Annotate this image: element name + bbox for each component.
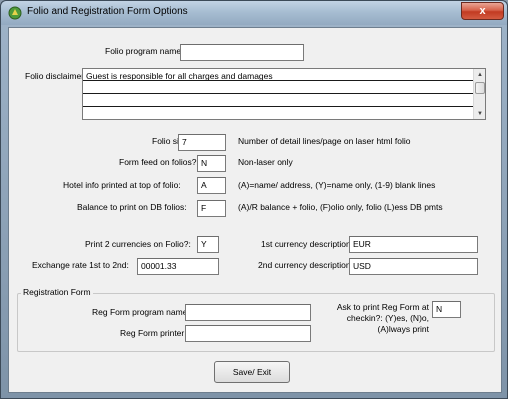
disclaimer-line-divider: [83, 80, 474, 81]
close-button[interactable]: x: [461, 2, 504, 20]
reg-form-printer-label: Reg Form printer:: [120, 328, 187, 338]
save-exit-button[interactable]: Save/ Exit: [214, 361, 290, 383]
reg-form-program-name-label: Reg Form program name:: [92, 307, 190, 317]
disclaimer-scrollbar[interactable]: ▲ ▼: [473, 69, 485, 119]
print-2-currencies-label: Print 2 currencies on Folio?:: [85, 239, 191, 249]
title-bar[interactable]: Folio and Registration Form Options x: [1, 1, 507, 25]
balance-input[interactable]: F: [197, 200, 226, 217]
app-icon: [8, 6, 22, 20]
registration-form-legend: Registration Form: [21, 287, 93, 297]
close-icon: x: [479, 5, 486, 17]
disclaimer-line-divider: [83, 106, 474, 107]
reg-form-printer-input[interactable]: [185, 325, 311, 342]
scroll-down-icon[interactable]: ▼: [474, 108, 486, 119]
reg-form-program-name-input[interactable]: [185, 304, 311, 321]
window-title: Folio and Registration Form Options: [27, 6, 188, 17]
save-exit-label: Save/ Exit: [232, 367, 272, 377]
scroll-up-icon[interactable]: ▲: [474, 69, 486, 80]
balance-hint: (A)/R balance + folio, (F)olio only, fol…: [238, 202, 443, 212]
folio-size-hint: Number of detail lines/page on laser htm…: [238, 136, 411, 146]
currency1-label: 1st currency description:: [261, 239, 354, 249]
folio-program-name-input[interactable]: [180, 44, 304, 61]
folio-program-name-label: Folio program name:: [105, 46, 184, 56]
folio-disclaimer-label: Folio disclaimer:: [25, 71, 87, 81]
print-2-currencies-input[interactable]: Y: [197, 236, 219, 253]
dialog-body: Folio program name: Folio disclaimer: Gu…: [8, 27, 502, 393]
folio-disclaimer-textarea[interactable]: Guest is responsible for all charges and…: [82, 68, 486, 120]
folio-size-input[interactable]: 7: [178, 134, 226, 151]
form-feed-label: Form feed on folios?:: [119, 157, 199, 167]
ask-print-reg-form-label: Ask to print Reg Form at checkin?: (Y)es…: [336, 302, 429, 334]
ask-print-reg-form-input[interactable]: N: [432, 301, 461, 318]
main-window: Folio and Registration Form Options x Fo…: [0, 0, 508, 399]
hotel-info-input[interactable]: A: [197, 177, 226, 194]
exchange-rate-label: Exchange rate 1st to 2nd:: [32, 260, 129, 270]
currency1-input[interactable]: EUR: [349, 236, 478, 253]
form-feed-hint: Non-laser only: [238, 157, 293, 167]
hotel-info-label: Hotel info printed at top of folio:: [63, 180, 181, 190]
disclaimer-line-divider: [83, 93, 474, 94]
exchange-rate-input[interactable]: 00001.33: [137, 258, 219, 275]
form-feed-input[interactable]: N: [197, 155, 226, 172]
currency2-input[interactable]: USD: [349, 258, 478, 275]
scroll-thumb[interactable]: [475, 82, 485, 94]
currency2-label: 2nd currency description: [258, 260, 351, 270]
balance-label: Balance to print on DB folios:: [77, 202, 187, 212]
hotel-info-hint: (A)=name/ address, (Y)=name only, (1-9) …: [238, 180, 436, 190]
